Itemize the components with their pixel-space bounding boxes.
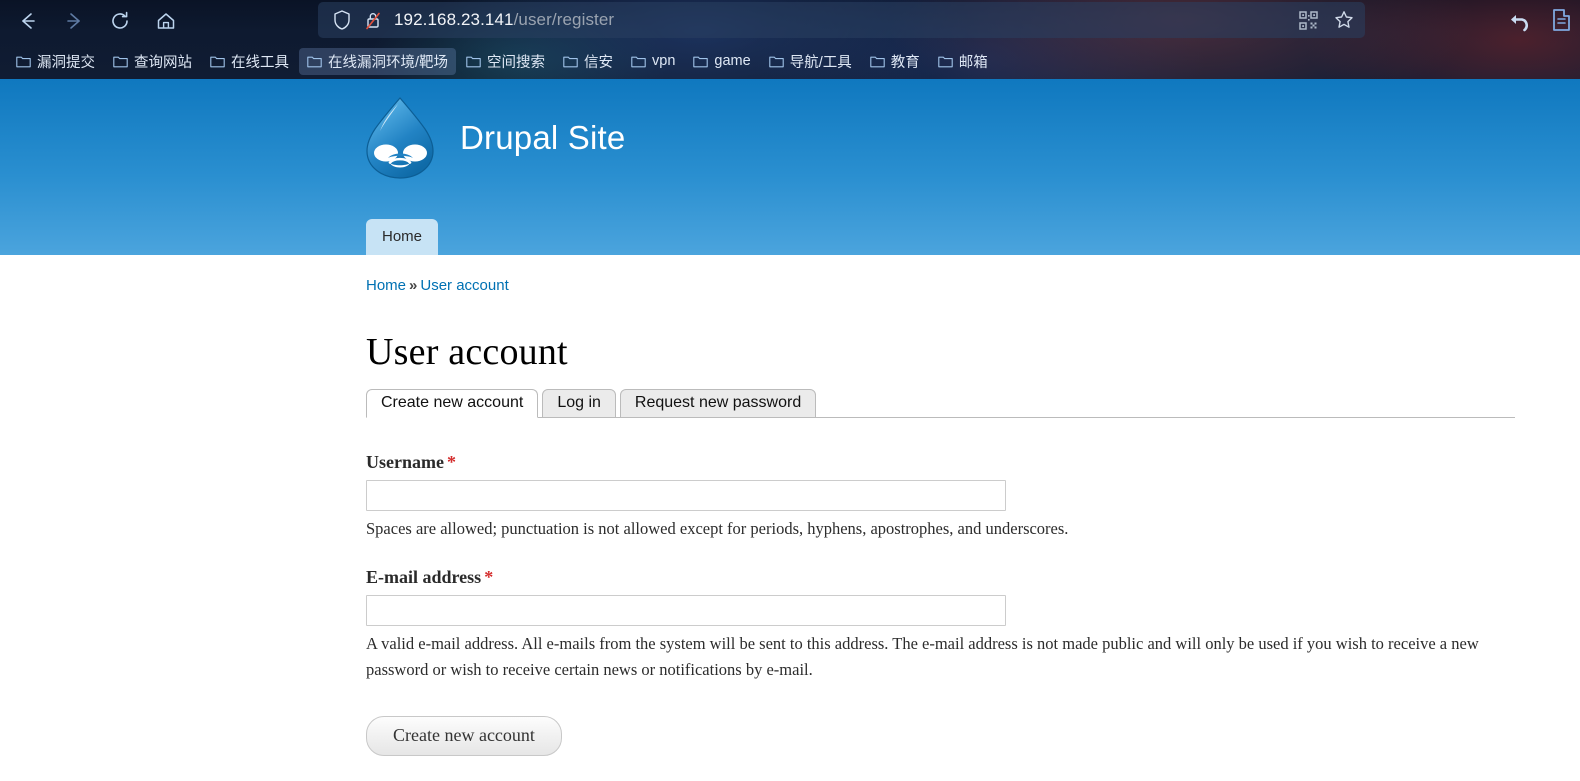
email-description: A valid e-mail address. All e-mails from… <box>366 633 1479 680</box>
bookmark-item[interactable]: 邮箱 <box>930 48 996 75</box>
content-tab[interactable]: Create new account <box>366 389 539 418</box>
create-new-account-button[interactable]: Create new account <box>366 716 562 757</box>
bookmark-label: 导航/工具 <box>789 54 852 71</box>
site-branding[interactable]: Drupal Site <box>362 95 625 181</box>
content-tabs: Create new account Log in Request new pass… <box>366 389 817 418</box>
username-label: Username * <box>366 452 1580 473</box>
folder-icon <box>563 55 578 68</box>
username-input[interactable] <box>366 480 1006 511</box>
bookmark-item[interactable]: 空间搜索 <box>458 48 553 75</box>
bookmark-item[interactable]: 在线工具 <box>202 48 297 75</box>
site-name: Drupal Site <box>460 119 626 156</box>
main-content: Home» User account User account Create ne… <box>0 255 1580 757</box>
address-bar[interactable]: 192.168.23.141/user/register <box>318 2 1365 38</box>
bookmark-item[interactable]: 漏洞提交 <box>8 48 103 75</box>
browser-chrome: 192.168.23.141/user/register 漏洞提交 查询网站 在… <box>0 0 1580 79</box>
content-tab[interactable]: Log in <box>542 389 616 418</box>
email-label: E-mail address * <box>366 567 1580 588</box>
url-host: 192.168.23.141 <box>394 10 514 29</box>
folder-icon <box>937 55 953 68</box>
folder-icon <box>466 55 481 68</box>
folder-icon <box>768 55 784 68</box>
address-bar-icons <box>1297 9 1355 31</box>
email-label-text: E-mail address <box>366 566 482 587</box>
forward-arrow-icon[interactable] <box>58 5 90 37</box>
email-input[interactable] <box>366 594 1006 626</box>
username-form-item: Username * Spaces are allowed; punctuatio… <box>366 452 1580 543</box>
site-header: Drupal Site Home <box>0 79 1580 255</box>
content-tab[interactable]: Request new password <box>619 389 817 418</box>
bookmark-item[interactable]: 查询网站 <box>105 48 200 75</box>
bookmark-label: 查询网站 <box>134 54 192 71</box>
bookmark-label: game <box>714 53 751 69</box>
username-label-text: Username <box>366 452 444 472</box>
email-form-item: E-mail address * A valid e-mail address. … <box>366 567 1580 684</box>
bookmark-label: 信安 <box>584 54 614 71</box>
bookmark-label: 在线工具 <box>231 54 289 71</box>
folder-icon <box>113 55 128 68</box>
username-required-marker: * <box>446 452 456 472</box>
folder-icon <box>693 55 709 68</box>
username-description: Spaces are allowed; punctuation is not a… <box>366 519 1069 538</box>
folder-icon <box>869 55 885 68</box>
chrome-right-icons <box>1506 2 1576 38</box>
bookmark-item[interactable]: 信安 <box>555 48 621 75</box>
bookmarks-bar: 漏洞提交 查询网站 在线工具 在线漏洞环境/靶场 空间搜索 信安 vpn game 导航/工具 教… <box>0 45 1580 77</box>
folder-icon <box>307 55 322 68</box>
breadcrumb-current[interactable]: User account <box>420 277 508 294</box>
extension-icon[interactable] <box>1546 5 1576 35</box>
insecure-lock-icon[interactable] <box>364 9 382 31</box>
bookmark-item[interactable]: game <box>685 50 758 72</box>
url-text: 192.168.23.141/user/register <box>394 10 1287 30</box>
bookmark-label: 教育 <box>890 54 920 71</box>
bookmark-label: vpn <box>652 53 676 69</box>
register-form: Username * Spaces are allowed; punctuatio… <box>366 452 1580 757</box>
star-icon[interactable] <box>1333 9 1355 31</box>
shield-icon[interactable] <box>332 9 352 31</box>
folder-icon <box>210 55 225 68</box>
form-actions: Create new account <box>366 716 1580 757</box>
undo-arrow-icon[interactable] <box>1506 5 1536 35</box>
breadcrumb: Home» User account <box>366 277 1580 294</box>
reload-icon[interactable] <box>104 5 136 37</box>
bookmark-label: 邮箱 <box>958 54 988 71</box>
nav-tab-home[interactable]: Home <box>366 219 439 255</box>
home-icon[interactable] <box>150 5 182 37</box>
bookmark-label: 空间搜索 <box>487 54 546 71</box>
page-title: User account <box>366 331 568 373</box>
email-required-marker: * <box>484 566 494 587</box>
bookmark-item[interactable]: 导航/工具 <box>761 48 860 75</box>
bookmark-item[interactable]: 在线漏洞环境/靶场 <box>299 47 457 75</box>
drupal-droplet-logo[interactable] <box>362 95 438 181</box>
bookmark-label: 漏洞提交 <box>37 54 95 71</box>
folder-icon <box>631 55 646 68</box>
back-arrow-icon[interactable] <box>12 5 44 37</box>
browser-nav-buttons <box>12 2 182 40</box>
content-tabs-container: Create new account Log in Request new pass… <box>366 388 1515 418</box>
folder-icon <box>16 55 31 68</box>
breadcrumb-home[interactable]: Home <box>366 277 406 294</box>
breadcrumb-separator: » <box>409 277 418 294</box>
bookmark-item[interactable]: 教育 <box>862 48 928 75</box>
qr-code-icon[interactable] <box>1297 9 1319 31</box>
bookmark-item[interactable]: vpn <box>623 50 683 72</box>
url-path: /user/register <box>513 10 615 29</box>
primary-nav: Home <box>366 219 439 255</box>
bookmark-label: 在线漏洞环境/靶场 <box>328 54 449 71</box>
